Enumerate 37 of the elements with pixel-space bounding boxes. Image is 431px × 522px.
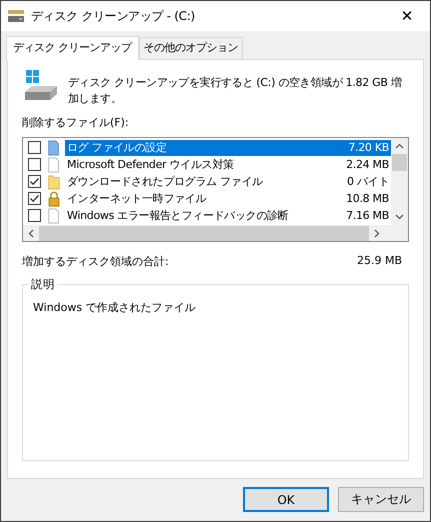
description-text: Windows で作成されたファイル xyxy=(33,300,197,315)
file-list-item[interactable]: Windows エラー報告とフィードバックの診断 7.16 MB xyxy=(65,208,391,224)
checkbox[interactable] xyxy=(28,192,41,205)
file-list-item[interactable]: Microsoft Defender ウイルス対策 2.24 MB xyxy=(65,156,391,172)
horizontal-scrollbar[interactable] xyxy=(23,225,408,241)
total-label: 増加するディスク領域の合計: xyxy=(22,254,169,269)
document-icon xyxy=(47,208,61,224)
close-button[interactable]: ✕ xyxy=(384,7,430,25)
folder-icon xyxy=(47,174,61,190)
file-list-item[interactable]: ダウンロードされたプログラム ファイル 0 バイト xyxy=(65,174,391,190)
files-label: 削除するファイル(F): xyxy=(22,115,130,130)
checkbox[interactable] xyxy=(28,141,41,154)
scroll-thumb[interactable] xyxy=(39,226,369,240)
document-icon xyxy=(47,140,61,156)
total-value: 25.9 MB xyxy=(356,254,402,269)
ok-button[interactable]: OK xyxy=(243,487,329,512)
tab[interactable]: その他のオプション xyxy=(138,37,243,59)
vertical-scrollbar[interactable] xyxy=(391,138,408,225)
checkbox[interactable] xyxy=(28,175,41,188)
scroll-thumb[interactable] xyxy=(392,154,407,171)
summary-text: ディスク クリーンアップを実行すると (C:) の空き領域が 1.82 GB 増加します。 xyxy=(68,75,403,107)
checkbox[interactable] xyxy=(28,209,41,222)
scroll-right-icon[interactable] xyxy=(374,228,380,238)
cancel-button[interactable]: キャンセル xyxy=(338,487,424,512)
scroll-up-icon[interactable] xyxy=(395,143,404,149)
file-list-item[interactable]: インターネット一時ファイル 10.8 MB xyxy=(65,190,391,206)
tab[interactable]: ディスク クリーンアップ xyxy=(6,36,138,60)
window-title: ディスク クリーンアップ - (C:) xyxy=(31,8,196,24)
file-list-item[interactable]: ログ ファイルの設定 7.20 KB xyxy=(65,140,391,156)
document-icon xyxy=(47,156,61,172)
group-legend: 説明 xyxy=(29,277,57,292)
scroll-left-icon[interactable] xyxy=(28,228,34,238)
padlock-icon xyxy=(47,190,61,206)
checkbox[interactable] xyxy=(28,158,41,171)
scroll-down-icon[interactable] xyxy=(395,214,404,220)
drive-icon xyxy=(7,9,25,23)
drive-icon xyxy=(22,68,60,102)
